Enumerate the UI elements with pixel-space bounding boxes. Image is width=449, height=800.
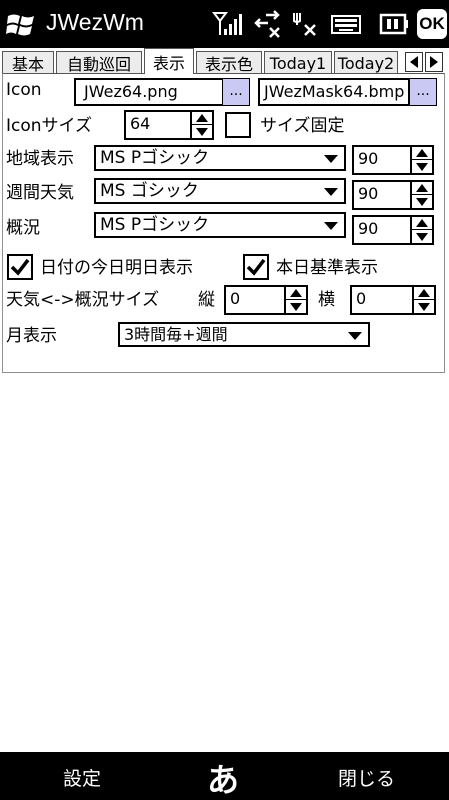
region-font-value: MS Pゴシック: [100, 148, 210, 168]
weekly-size-up-button[interactable]: [412, 182, 432, 195]
tab-scroll-left-button[interactable]: [405, 52, 423, 72]
region-font-select[interactable]: MS Pゴシック: [94, 145, 346, 171]
weather-overview-size-label: 天気<->概況サイズ: [6, 290, 160, 310]
overview-size-spinner[interactable]: 90: [352, 215, 436, 245]
month-display-value: 3時間毎+週間: [124, 325, 228, 344]
icon-size-label: Iconサイズ: [6, 116, 93, 136]
icon-size-down-button[interactable]: [192, 125, 212, 138]
input-method-button[interactable]: あ: [207, 755, 239, 800]
overview-font-value: MS Pゴシック: [100, 215, 210, 235]
arrow-up-icon: [416, 149, 428, 157]
vertical-size-spinner[interactable]: 0: [224, 285, 308, 315]
icon-label: Icon: [6, 80, 42, 100]
close-softkey[interactable]: 閉じる: [338, 764, 395, 791]
weekly-size-spinner[interactable]: 90: [352, 180, 436, 210]
chevron-down-icon: [348, 332, 362, 340]
base-today-label: 本日基準表示: [276, 258, 378, 278]
data-connection-off-icon: [254, 10, 280, 38]
horizontal-size-spinner[interactable]: 0: [350, 285, 436, 315]
tab-today2[interactable]: Today2: [334, 51, 398, 74]
region-size-spinner[interactable]: 90: [352, 145, 436, 175]
overview-size-down-button[interactable]: [412, 230, 432, 243]
tab-strip: 基本 自動巡回 表示 表示色 Today1 Today2: [0, 48, 449, 74]
icon-size-up-button[interactable]: [192, 112, 212, 125]
horizontal-size-value[interactable]: 0: [350, 285, 414, 315]
arrow-down-icon: [196, 127, 208, 136]
checkmark-icon: [10, 258, 30, 276]
overview-font-select[interactable]: MS Pゴシック: [94, 212, 346, 238]
tab-scroll-right-button[interactable]: [425, 52, 443, 72]
today-tomorrow-checkbox[interactable]: [7, 254, 33, 280]
region-display-label: 地域表示: [6, 149, 74, 169]
softkey-bar: 設定 あ 閉じる: [0, 752, 449, 800]
triangle-right-icon: [430, 56, 438, 68]
battery-icon: [379, 13, 408, 35]
arrow-up-icon: [416, 219, 428, 227]
checkmark-icon: [246, 258, 266, 276]
arrow-down-icon: [418, 302, 430, 311]
vertical-size-down-button[interactable]: [286, 300, 306, 313]
mask-file-field[interactable]: JWezMask64.bmp: [258, 78, 410, 106]
tab-auto-patrol[interactable]: 自動巡回: [56, 51, 142, 74]
horizontal-label: 横: [318, 290, 335, 310]
arrow-up-icon: [416, 184, 428, 192]
arrow-down-icon: [290, 302, 302, 311]
vertical-size-value[interactable]: 0: [224, 285, 286, 315]
region-size-value[interactable]: 90: [352, 145, 412, 175]
app-title: JWezWm: [46, 9, 144, 35]
horizontal-size-up-button[interactable]: [414, 287, 434, 300]
icon-size-value[interactable]: 64: [124, 110, 192, 140]
icon-file-field[interactable]: JWez64.png: [74, 78, 224, 106]
overview-label: 概況: [6, 218, 40, 238]
weekly-font-value: MS ゴシック: [100, 181, 199, 201]
ok-button[interactable]: OK: [417, 9, 447, 39]
arrow-up-icon: [418, 289, 430, 297]
weekly-weather-label: 週間天気: [6, 183, 74, 203]
vertical-size-up-button[interactable]: [286, 287, 306, 300]
arrow-up-icon: [196, 114, 208, 122]
month-display-select[interactable]: 3時間毎+週間: [118, 322, 370, 347]
windows-start-icon[interactable]: [6, 10, 36, 38]
size-fixed-checkbox[interactable]: [225, 112, 251, 138]
icon-file-browse-button[interactable]: ...: [222, 78, 250, 106]
tab-basic[interactable]: 基本: [2, 51, 54, 74]
weekly-font-select[interactable]: MS ゴシック: [94, 178, 346, 204]
tab-today1[interactable]: Today1: [264, 51, 332, 74]
signal-strength-icon: [212, 12, 242, 35]
horizontal-size-down-button[interactable]: [414, 300, 434, 313]
icon-size-spinner[interactable]: 64: [124, 110, 214, 140]
title-bar: JWezWm OK: [0, 0, 449, 48]
arrow-up-icon: [290, 289, 302, 297]
tab-display[interactable]: 表示: [144, 48, 194, 74]
month-display-label: 月表示: [6, 326, 57, 346]
base-today-checkbox[interactable]: [243, 254, 269, 280]
settings-softkey[interactable]: 設定: [63, 764, 101, 791]
vertical-label: 縦: [198, 290, 215, 310]
arrow-down-icon: [416, 162, 428, 171]
arrow-down-icon: [416, 232, 428, 241]
triangle-left-icon: [410, 56, 418, 68]
weekly-size-value[interactable]: 90: [352, 180, 412, 210]
region-size-up-button[interactable]: [412, 147, 432, 160]
chevron-down-icon: [324, 222, 338, 230]
sound-off-icon: [293, 13, 316, 36]
size-fixed-label: サイズ固定: [260, 116, 345, 136]
overview-size-value[interactable]: 90: [352, 215, 412, 245]
chevron-down-icon: [324, 188, 338, 196]
weekly-size-down-button[interactable]: [412, 195, 432, 208]
arrow-down-icon: [416, 197, 428, 206]
overview-size-up-button[interactable]: [412, 217, 432, 230]
tab-display-color[interactable]: 表示色: [196, 51, 262, 74]
chevron-down-icon: [324, 155, 338, 163]
keyboard-icon[interactable]: [330, 9, 362, 39]
today-tomorrow-label: 日付の今日明日表示: [40, 258, 193, 278]
region-size-down-button[interactable]: [412, 160, 432, 173]
mask-file-browse-button[interactable]: ...: [409, 78, 437, 106]
